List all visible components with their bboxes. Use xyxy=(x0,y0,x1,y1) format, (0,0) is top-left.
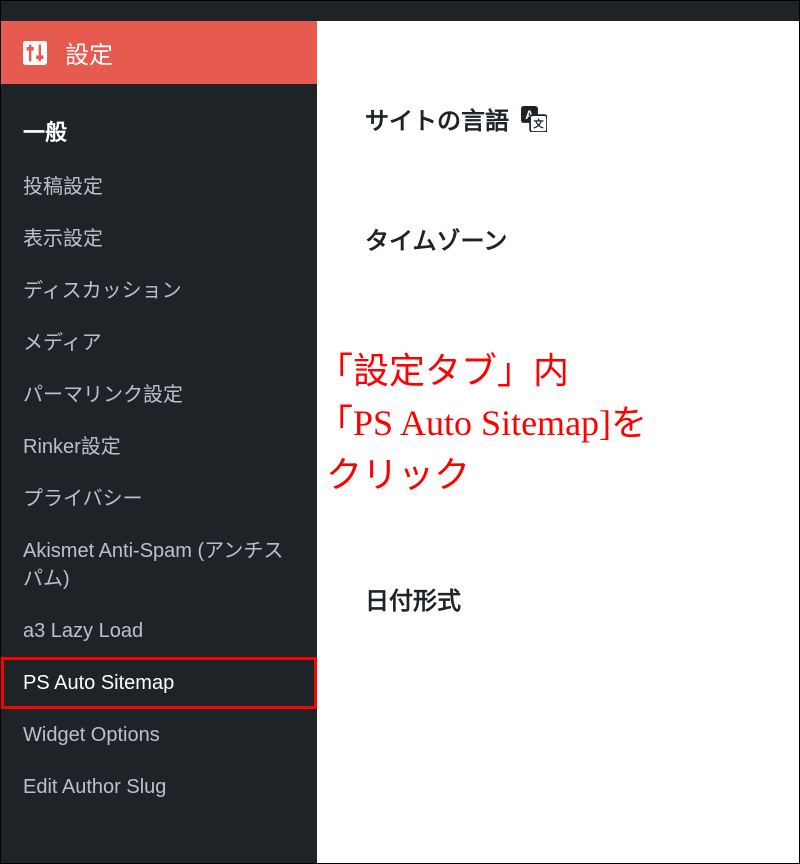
sidebar-item-rinker[interactable]: Rinker設定 xyxy=(1,421,317,473)
settings-menu-header[interactable]: 設定 xyxy=(1,21,317,84)
sidebar-item-permalink[interactable]: パーマリンク設定 xyxy=(1,369,317,421)
admin-topbar xyxy=(1,1,799,21)
sidebar-item-writing[interactable]: 投稿設定 xyxy=(1,161,317,213)
field-date-format: 日付形式 xyxy=(365,581,461,616)
settings-submenu: 一般 投稿設定 表示設定 ディスカッション メディア パーマリンク設定 Rink… xyxy=(1,84,317,823)
sliders-icon xyxy=(23,41,47,65)
instruction-annotation: 「設定タブ」内 「PS Auto Sitemap]を クリック xyxy=(317,345,647,502)
settings-menu-label: 設定 xyxy=(65,35,113,70)
field-site-language: サイトの言語 A 文 xyxy=(365,101,547,136)
sidebar-item-widget-options[interactable]: Widget Options xyxy=(1,709,317,761)
sidebar-item-general[interactable]: 一般 xyxy=(1,106,317,161)
site-language-label: サイトの言語 xyxy=(365,101,509,136)
date-format-label: 日付形式 xyxy=(365,581,461,616)
field-timezone: タイムゾーン xyxy=(365,221,507,256)
sidebar-item-media[interactable]: メディア xyxy=(1,317,317,369)
settings-sidebar: 設定 一般 投稿設定 表示設定 ディスカッション メディア パーマリンク設定 R… xyxy=(1,21,317,863)
sidebar-item-ps-auto-sitemap[interactable]: PS Auto Sitemap xyxy=(1,657,317,709)
main-content: サイトの言語 A 文 タイムゾーン 日付形式 「設定タブ」内 「PS Auto … xyxy=(317,21,799,863)
sidebar-item-discussion[interactable]: ディスカッション xyxy=(1,265,317,317)
svg-text:文: 文 xyxy=(532,117,544,130)
sidebar-item-a3-lazy-load[interactable]: a3 Lazy Load xyxy=(1,605,317,657)
sidebar-item-edit-author-slug[interactable]: Edit Author Slug xyxy=(1,761,317,813)
sidebar-item-akismet[interactable]: Akismet Anti-Spam (アンチスパム) xyxy=(1,525,317,605)
sidebar-item-privacy[interactable]: プライバシー xyxy=(1,473,317,525)
sidebar-item-reading[interactable]: 表示設定 xyxy=(1,213,317,265)
annotation-text: 「設定タブ」内 「PS Auto Sitemap]を クリック xyxy=(317,351,647,495)
timezone-label: タイムゾーン xyxy=(365,221,507,256)
translate-icon: A 文 xyxy=(521,106,547,132)
